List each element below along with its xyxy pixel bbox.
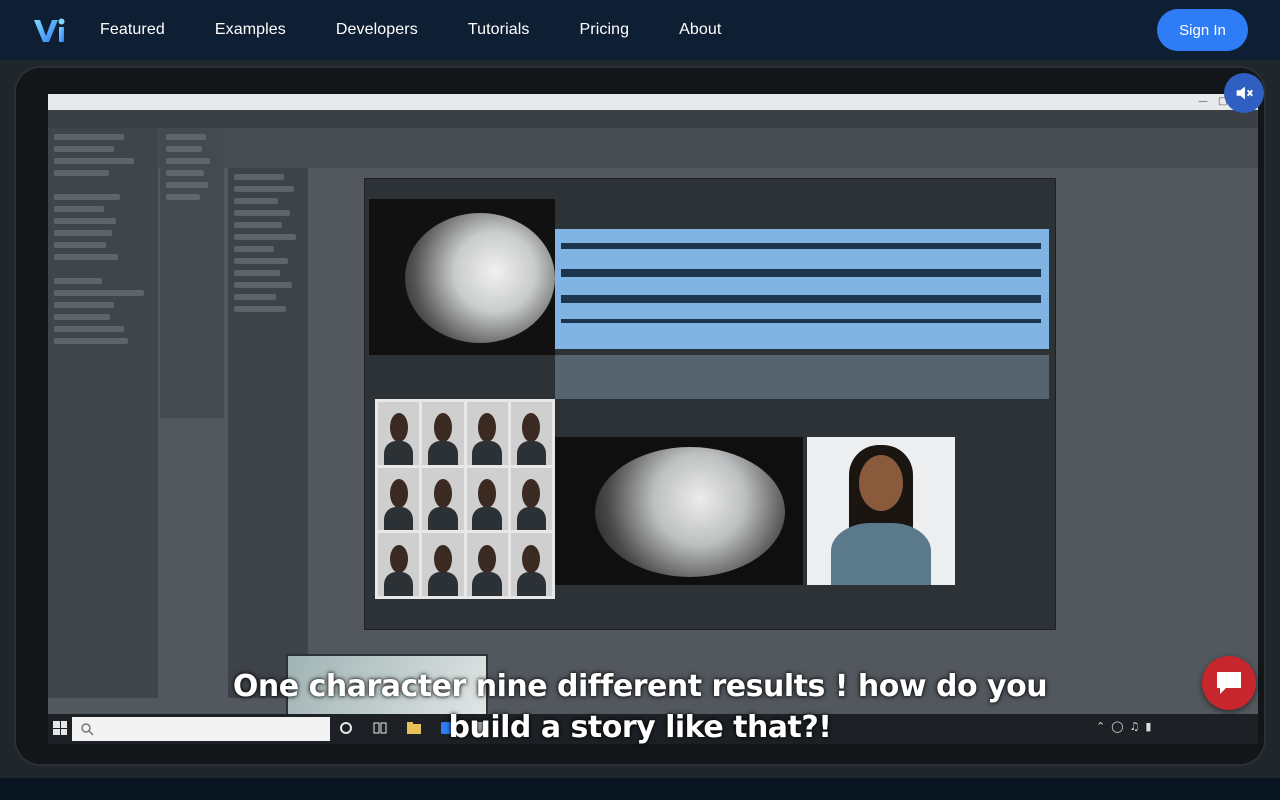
- logo[interactable]: [32, 16, 66, 44]
- nav-tutorials[interactable]: Tutorials: [468, 21, 530, 39]
- nav-pricing[interactable]: Pricing: [580, 21, 630, 39]
- tools-panel: [160, 128, 224, 418]
- character-grid: [375, 399, 555, 599]
- nav-about[interactable]: About: [679, 21, 721, 39]
- chat-bubble-icon: [1217, 672, 1241, 694]
- laptop-frame: — □ ✕: [14, 66, 1266, 766]
- audio-waveform-panel: [555, 229, 1049, 349]
- editor-window: [364, 178, 1056, 630]
- project-panel: [48, 128, 158, 698]
- app-toolbar: [48, 128, 1258, 168]
- layers-panel: [228, 168, 308, 698]
- microphone-preview: [369, 199, 555, 355]
- nav-examples[interactable]: Examples: [215, 21, 286, 39]
- sign-in-button[interactable]: Sign In: [1157, 9, 1248, 51]
- nav-developers[interactable]: Developers: [336, 21, 418, 39]
- nav-featured[interactable]: Featured: [100, 21, 165, 39]
- timeline-strip: [555, 355, 1049, 399]
- caption-line-1: One character nine different results ! h…: [232, 669, 1048, 704]
- page-footer-band: [0, 778, 1280, 800]
- caption-line-2: build a story like that?!: [448, 710, 832, 745]
- app-titlebar: — □ ✕: [48, 94, 1258, 110]
- mute-toggle-button[interactable]: [1224, 73, 1264, 113]
- speaker-mute-icon: [1236, 86, 1253, 100]
- vi-logo-icon: [34, 18, 65, 42]
- video-caption: One character nine different results ! h…: [0, 666, 1280, 748]
- chat-button[interactable]: [1202, 656, 1256, 710]
- top-navigation: Featured Examples Developers Tutorials P…: [0, 0, 1280, 60]
- app-menubar: [48, 110, 1258, 128]
- laptop-screen: — □ ✕: [48, 94, 1258, 744]
- microphone-preview-large: [555, 437, 803, 585]
- minimize-icon: —: [1198, 96, 1208, 107]
- nav-links: Featured Examples Developers Tutorials P…: [100, 0, 771, 60]
- character-portrait: [807, 437, 955, 585]
